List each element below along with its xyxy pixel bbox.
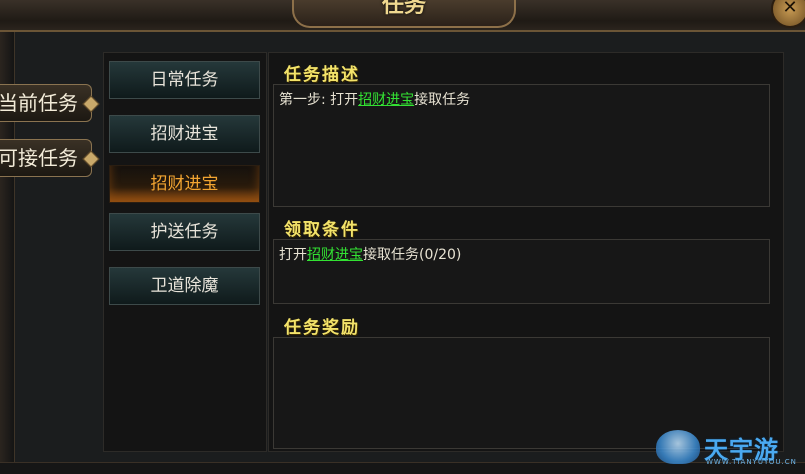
tab-current-quests[interactable]: 当前任务 <box>0 84 100 122</box>
category-fortune-2-selected[interactable]: 招财进宝 <box>109 165 260 203</box>
category-fortune-1[interactable]: 招财进宝 <box>109 115 260 153</box>
window-title: 任务 <box>292 0 516 28</box>
tab-current-quests-label: 当前任务 <box>0 91 78 115</box>
tab-arrow-icon <box>82 95 100 113</box>
watermark-logo-icon <box>656 430 700 464</box>
watermark: 天宇游 WWW.TIANYUYOU.CN <box>656 428 805 468</box>
requirements-prefix: 打开 <box>279 247 307 263</box>
description-text: 第一步: 打开招财进宝接取任务 <box>279 89 470 109</box>
requirements-box: 打开招财进宝接取任务(0/20) <box>273 239 770 304</box>
description-prefix: 第一步: 打开 <box>279 92 359 108</box>
description-title: 任务描述 <box>284 65 360 85</box>
category-demon-slaying[interactable]: 卫道除魔 <box>109 267 260 305</box>
description-suffix: 接取任务 <box>414 92 471 108</box>
watermark-subtext: WWW.TIANYUYOU.CN <box>706 458 797 466</box>
close-icon: ✕ <box>782 0 798 18</box>
requirements-title: 领取条件 <box>284 220 360 240</box>
quest-category-list: 日常任务 招财进宝 招财进宝 护送任务 卫道除魔 <box>103 52 267 452</box>
description-link[interactable]: 招财进宝 <box>358 92 414 108</box>
tab-available-quests[interactable]: 可接任务 <box>0 139 100 177</box>
requirements-link[interactable]: 招财进宝 <box>307 247 363 263</box>
category-daily[interactable]: 日常任务 <box>109 61 260 99</box>
tab-arrow-icon <box>82 150 100 168</box>
rewards-title: 任务奖励 <box>284 318 360 338</box>
tab-available-quests-label: 可接任务 <box>0 146 78 170</box>
description-box: 第一步: 打开招财进宝接取任务 <box>273 84 770 207</box>
requirements-suffix: 接取任务(0/20) <box>363 247 462 263</box>
requirements-text: 打开招财进宝接取任务(0/20) <box>279 244 461 264</box>
category-escort[interactable]: 护送任务 <box>109 213 260 251</box>
